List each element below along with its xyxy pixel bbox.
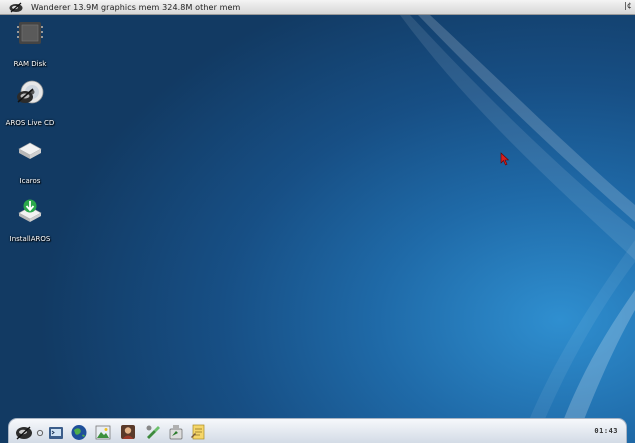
cd-icon [17, 80, 44, 104]
dock-bar[interactable]: 01:43 [8, 418, 627, 443]
wallpaper-swoosh [400, 15, 635, 443]
notes-icon[interactable] [189, 423, 207, 441]
desktop-icon-icaros[interactable]: Icaros [0, 137, 60, 185]
drive-icon [18, 142, 42, 159]
aros-menu-icon[interactable] [15, 423, 33, 441]
ram-disk-icon [17, 22, 43, 44]
image-viewer-icon[interactable] [94, 423, 112, 441]
shell-icon[interactable] [47, 423, 65, 441]
user-icon[interactable] [119, 423, 137, 441]
desktop-icon-label: RAM Disk [13, 60, 47, 68]
browser-globe-icon[interactable] [70, 423, 88, 441]
desktop-icon-aros-live-cd[interactable]: AROS Live CD [0, 79, 60, 127]
desktop-icon-ram-disk[interactable]: RAM Disk [0, 20, 60, 68]
desktop-icon-label: AROS Live CD [5, 119, 55, 127]
aros-logo-icon[interactable] [9, 2, 23, 13]
separator-dot-icon [36, 429, 44, 437]
desktop[interactable]: Wanderer 13.9M graphics mem 324.8M other… [0, 0, 635, 443]
screen-depth-gadget[interactable]: |¢ [624, 1, 632, 10]
tools-icon[interactable] [144, 423, 162, 441]
desktop-icon-label: Icaros [19, 177, 41, 185]
desktop-icon-installaros[interactable]: InstallAROS [0, 195, 60, 243]
menu-bar[interactable]: Wanderer 13.9M graphics mem 324.8M other… [0, 0, 635, 15]
install-icon [18, 199, 42, 222]
mouse-pointer-icon [500, 152, 510, 166]
clock[interactable]: 01:43 [594, 427, 618, 435]
screen-title: Wanderer 13.9M graphics mem 324.8M other… [31, 2, 241, 12]
desktop-icon-label: InstallAROS [9, 235, 51, 243]
paint-icon[interactable] [167, 423, 185, 441]
